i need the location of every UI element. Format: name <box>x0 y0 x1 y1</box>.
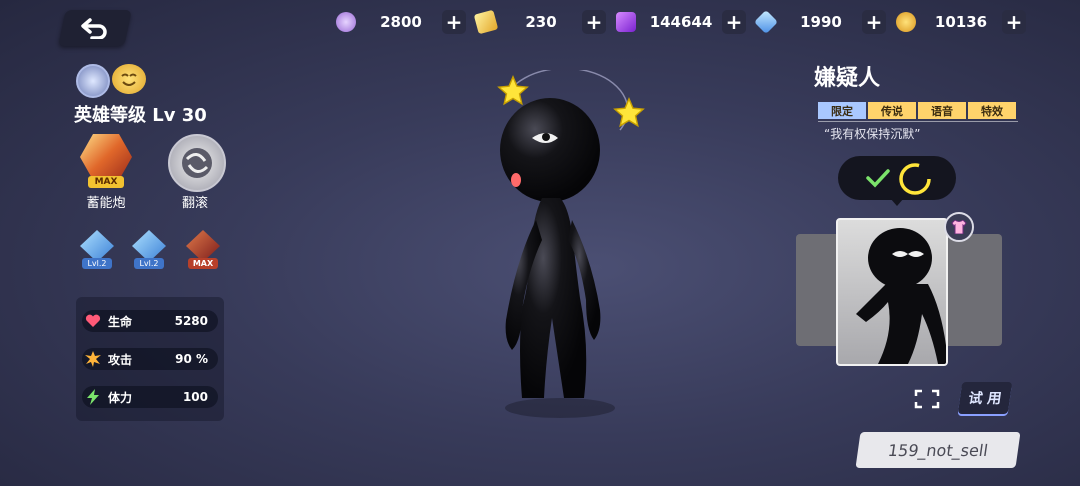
purple-cube-icon <box>616 12 636 32</box>
back-button[interactable] <box>58 10 132 46</box>
skill-label: 翻滚 <box>181 196 208 211</box>
max-badge: MAX <box>88 176 124 188</box>
fullscreen-icon <box>914 389 940 409</box>
skin-id-tag: 159_not_sell <box>855 432 1021 468</box>
character-quote: “我有权保持沉默” <box>824 127 921 141</box>
gold-ticket-icon <box>473 9 499 35</box>
character-name: 嫌疑人 <box>814 66 881 91</box>
add-ticket-button[interactable]: + <box>582 10 606 34</box>
back-arrow-icon <box>81 18 107 39</box>
star-icon <box>497 75 529 106</box>
add-cube-button[interactable]: + <box>722 10 746 34</box>
shirt-badge-icon <box>944 212 974 242</box>
emote-badge-icon[interactable] <box>112 64 146 94</box>
skill-label: 蓄能炮 <box>86 196 126 211</box>
add-coin-button[interactable]: + <box>1002 10 1026 34</box>
currency-orb: 2800 + <box>336 8 466 36</box>
currency-value: 230 <box>525 13 557 31</box>
tag-list: 限定 传说 语音 特效 <box>818 102 1018 119</box>
currency-value: 10136 <box>934 13 988 31</box>
hero-level: 英雄等级 Lv 30 <box>74 105 207 126</box>
upgrade-1[interactable]: Lvl.2 <box>80 230 114 270</box>
currency-value: 144644 <box>649 13 713 31</box>
tag-limited: 限定 <box>818 102 866 119</box>
lightning-icon <box>84 388 102 406</box>
explosion-icon <box>84 350 102 368</box>
fullscreen-button[interactable] <box>908 384 946 414</box>
checkmark-icon <box>866 169 890 188</box>
gold-coin-icon <box>896 12 916 32</box>
upgrade-level-badge: MAX <box>188 258 218 269</box>
stat-hp: 生命 5280 <box>82 310 218 332</box>
skill-roll[interactable] <box>168 134 226 192</box>
currency-value: 2800 <box>380 13 422 31</box>
roll-icon <box>182 148 212 178</box>
tag-legend: 传说 <box>868 102 916 119</box>
try-button[interactable]: 试 用 <box>957 382 1013 414</box>
purple-orb-icon <box>336 12 356 32</box>
blue-crystal-icon <box>753 9 779 35</box>
heart-icon <box>84 312 102 330</box>
skin-card-next[interactable] <box>944 234 1002 346</box>
stat-stamina: 体力 100 <box>82 386 218 408</box>
upgrade-2[interactable]: Lvl.2 <box>132 230 166 270</box>
rank-badge-icon[interactable] <box>76 64 110 98</box>
tag-voice: 语音 <box>918 102 966 119</box>
divider <box>818 121 1018 122</box>
skin-card-selected[interactable] <box>836 218 948 366</box>
upgrade-level-badge: Lvl.2 <box>134 258 164 269</box>
currency-value: 1990 <box>800 13 842 31</box>
currency-crystal: 1990 + <box>753 8 886 36</box>
skin-portrait <box>856 228 946 364</box>
equip-selector[interactable] <box>838 156 956 206</box>
currency-ticket: 230 + <box>473 8 606 36</box>
stats-panel: 生命 5280 攻击 90 % 体力 100 <box>76 297 224 421</box>
charge-cannon-icon <box>80 134 132 180</box>
stat-attack: 攻击 90 % <box>82 348 218 370</box>
add-orb-button[interactable]: + <box>442 10 466 34</box>
tag-effect: 特效 <box>968 102 1016 119</box>
currency-cube: 144644 + <box>616 8 746 36</box>
currency-coin: 10136 + <box>896 8 1026 36</box>
bubble-pointer <box>890 198 904 206</box>
star-icon <box>613 97 645 128</box>
skill-charge-cannon[interactable]: MAX <box>80 134 132 188</box>
upgrade-3[interactable]: MAX <box>186 230 220 270</box>
loading-ring-icon <box>899 163 931 195</box>
add-crystal-button[interactable]: + <box>862 10 886 34</box>
upgrade-level-badge: Lvl.2 <box>82 258 112 269</box>
